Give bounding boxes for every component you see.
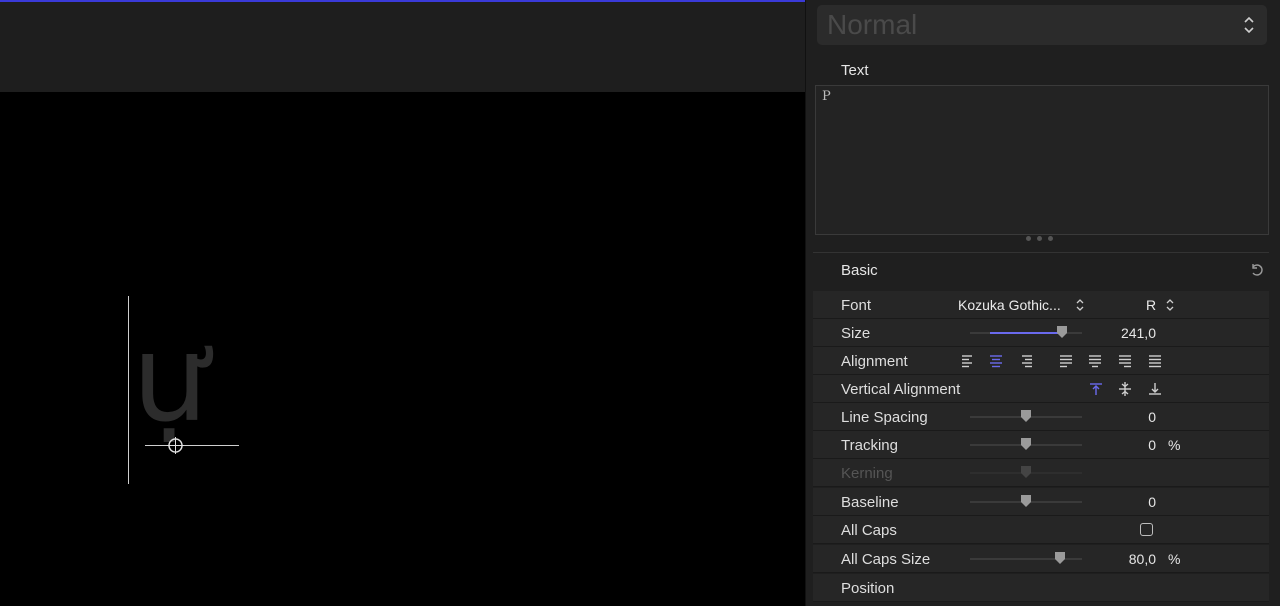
valign-middle-icon[interactable] [1117,381,1133,397]
position-label: Position [841,580,895,597]
font-label: Font [841,297,872,314]
font-family-updown-icon[interactable] [1076,298,1084,312]
all-caps-size-slider[interactable] [970,552,1082,564]
baseline-label: Baseline [841,494,899,511]
line-spacing-value[interactable]: 0 [1148,409,1156,425]
tracking-row: Tracking 0 % [813,431,1269,459]
tracking-unit: % [1168,437,1181,453]
vertical-alignment-label: Vertical Alignment [841,381,961,398]
text-inspector: Normal Text P Basic Font Kozuka Gothic..… [805,0,1280,606]
position-row[interactable]: Position [813,574,1269,602]
text-content-value: P [822,89,831,104]
valign-bottom-icon[interactable] [1147,381,1163,397]
slider-thumb [1021,466,1031,478]
justify-right-icon[interactable] [1117,353,1133,369]
kerning-slider [970,466,1082,478]
text-section-title: Text [841,62,869,79]
size-slider[interactable] [970,326,1082,338]
slider-thumb[interactable] [1021,495,1031,507]
baseline-row: Baseline 0 [813,488,1269,516]
line-spacing-row: Line Spacing 0 [813,403,1269,431]
viewer-toolbar-area [0,0,805,92]
alignment-label: Alignment [841,353,908,370]
justify-all-icon[interactable] [1147,353,1163,369]
canvas-viewer[interactable]: ự [0,0,805,606]
anchor-point-icon[interactable] [167,437,184,454]
tracking-value[interactable]: 0 [1148,437,1156,453]
all-caps-size-unit: % [1168,551,1181,567]
alignment-row: Alignment [813,347,1269,375]
justify-left-icon[interactable] [1058,353,1074,369]
all-caps-checkbox[interactable] [1140,523,1153,536]
all-caps-size-value[interactable]: 80,0 [1129,551,1156,567]
text-content-field[interactable]: P [815,85,1269,235]
slider-thumb[interactable] [1021,410,1031,422]
font-family-select[interactable]: Kozuka Gothic... [958,297,1061,313]
tracking-slider[interactable] [970,438,1082,450]
text-bounds-vertical-guide [128,296,129,484]
canvas-text-glyph[interactable]: ự [132,320,208,440]
kerning-row: Kerning [813,459,1269,487]
font-row: Font Kozuka Gothic... R [813,291,1269,319]
size-row: Size 241,0 [813,319,1269,347]
font-style-select[interactable]: R [1146,297,1156,313]
line-spacing-slider[interactable] [970,410,1082,422]
all-caps-size-row: All Caps Size 80,0 % [813,545,1269,573]
valign-top-icon[interactable] [1088,381,1104,397]
reset-icon[interactable] [1249,262,1265,278]
kerning-label: Kerning [841,465,893,482]
slider-thumb[interactable] [1056,326,1067,338]
all-caps-row: All Caps [813,516,1269,544]
basic-section-title: Basic [841,262,878,279]
baseline-value[interactable]: 0 [1148,494,1156,510]
text-style-value: Normal [827,9,918,40]
baseline-slider[interactable] [970,495,1082,507]
all-caps-label: All Caps [841,522,897,539]
updown-chevron-icon [1244,16,1254,34]
align-center-icon[interactable] [988,353,1004,369]
size-label: Size [841,325,871,342]
text-baseline-guide [145,445,239,446]
slider-thumb[interactable] [1054,552,1065,564]
justify-center-icon[interactable] [1087,353,1103,369]
align-right-icon[interactable] [1018,353,1034,369]
size-value[interactable]: 241,0 [1121,325,1156,341]
text-field-resize-handle[interactable] [1026,236,1058,242]
line-spacing-label: Line Spacing [841,409,928,426]
size-slider-fill [990,332,1062,334]
text-style-select[interactable]: Normal [817,5,1267,45]
slider-thumb[interactable] [1021,438,1031,450]
font-style-updown-icon[interactable] [1166,298,1174,312]
all-caps-size-label: All Caps Size [841,551,931,568]
vertical-alignment-row: Vertical Alignment [813,375,1269,403]
align-left-icon[interactable] [960,353,976,369]
tracking-label: Tracking [841,437,898,454]
basic-section-header[interactable]: Basic [813,252,1269,286]
